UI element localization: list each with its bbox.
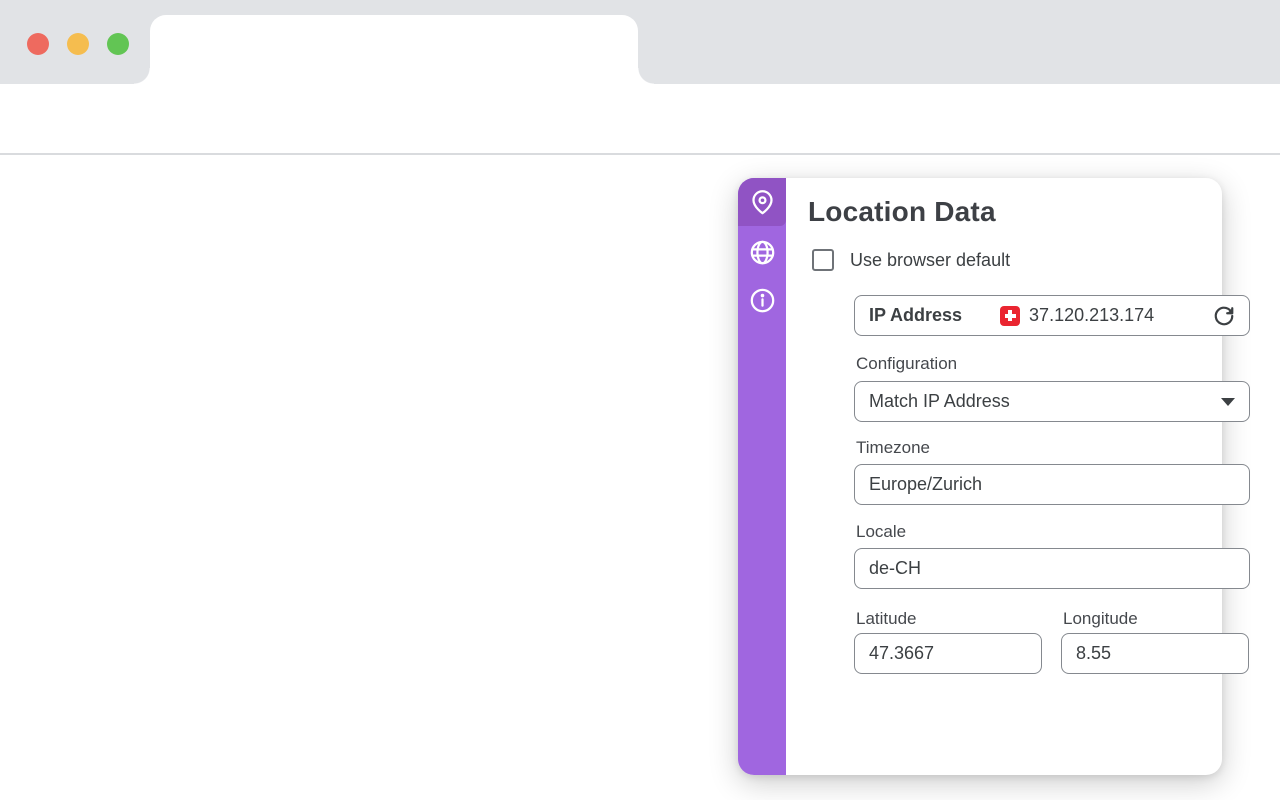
locale-label: Locale [856, 522, 906, 542]
page-content: Location Data Use browser default IP Add… [0, 156, 1280, 800]
timezone-input[interactable] [854, 464, 1250, 505]
panel-sidebar [738, 178, 786, 775]
tab-bar [0, 0, 1280, 84]
panel-body: Location Data Use browser default IP Add… [786, 178, 1222, 775]
browser-toolbar [0, 84, 1280, 155]
location-data-panel: Location Data Use browser default IP Add… [738, 178, 1222, 775]
globe-icon [749, 239, 776, 266]
chevron-down-icon [1221, 398, 1235, 406]
configuration-select[interactable]: Match IP Address [854, 381, 1250, 422]
window-minimize-button[interactable] [67, 33, 89, 55]
sidebar-item-info[interactable] [738, 276, 786, 324]
ip-address-label: IP Address [869, 305, 962, 326]
sidebar-item-network[interactable] [738, 228, 786, 276]
use-browser-default-checkbox[interactable] [812, 249, 834, 271]
configuration-label: Configuration [856, 354, 957, 374]
locale-input[interactable] [854, 548, 1250, 589]
longitude-input[interactable] [1061, 633, 1249, 674]
ip-address-value: 37.120.213.174 [1029, 305, 1154, 326]
timezone-label: Timezone [856, 438, 930, 458]
longitude-label: Longitude [1063, 609, 1138, 629]
refresh-ip-button[interactable] [1213, 305, 1235, 327]
sidebar-item-location[interactable] [738, 178, 786, 226]
active-tab[interactable] [150, 15, 638, 84]
page-title: Location Data [808, 196, 996, 228]
latitude-label: Latitude [856, 609, 917, 629]
switzerland-flag-icon [1000, 306, 1020, 326]
info-icon [749, 287, 776, 314]
window-close-button[interactable] [27, 33, 49, 55]
use-browser-default-row[interactable]: Use browser default [812, 249, 1010, 271]
configuration-selected-value: Match IP Address [869, 391, 1010, 412]
ip-address-box: IP Address 37.120.213.174 [854, 295, 1250, 336]
window-zoom-button[interactable] [107, 33, 129, 55]
latitude-input[interactable] [854, 633, 1042, 674]
refresh-icon [1213, 305, 1235, 327]
location-pin-icon [749, 189, 776, 216]
use-browser-default-label: Use browser default [850, 250, 1010, 271]
